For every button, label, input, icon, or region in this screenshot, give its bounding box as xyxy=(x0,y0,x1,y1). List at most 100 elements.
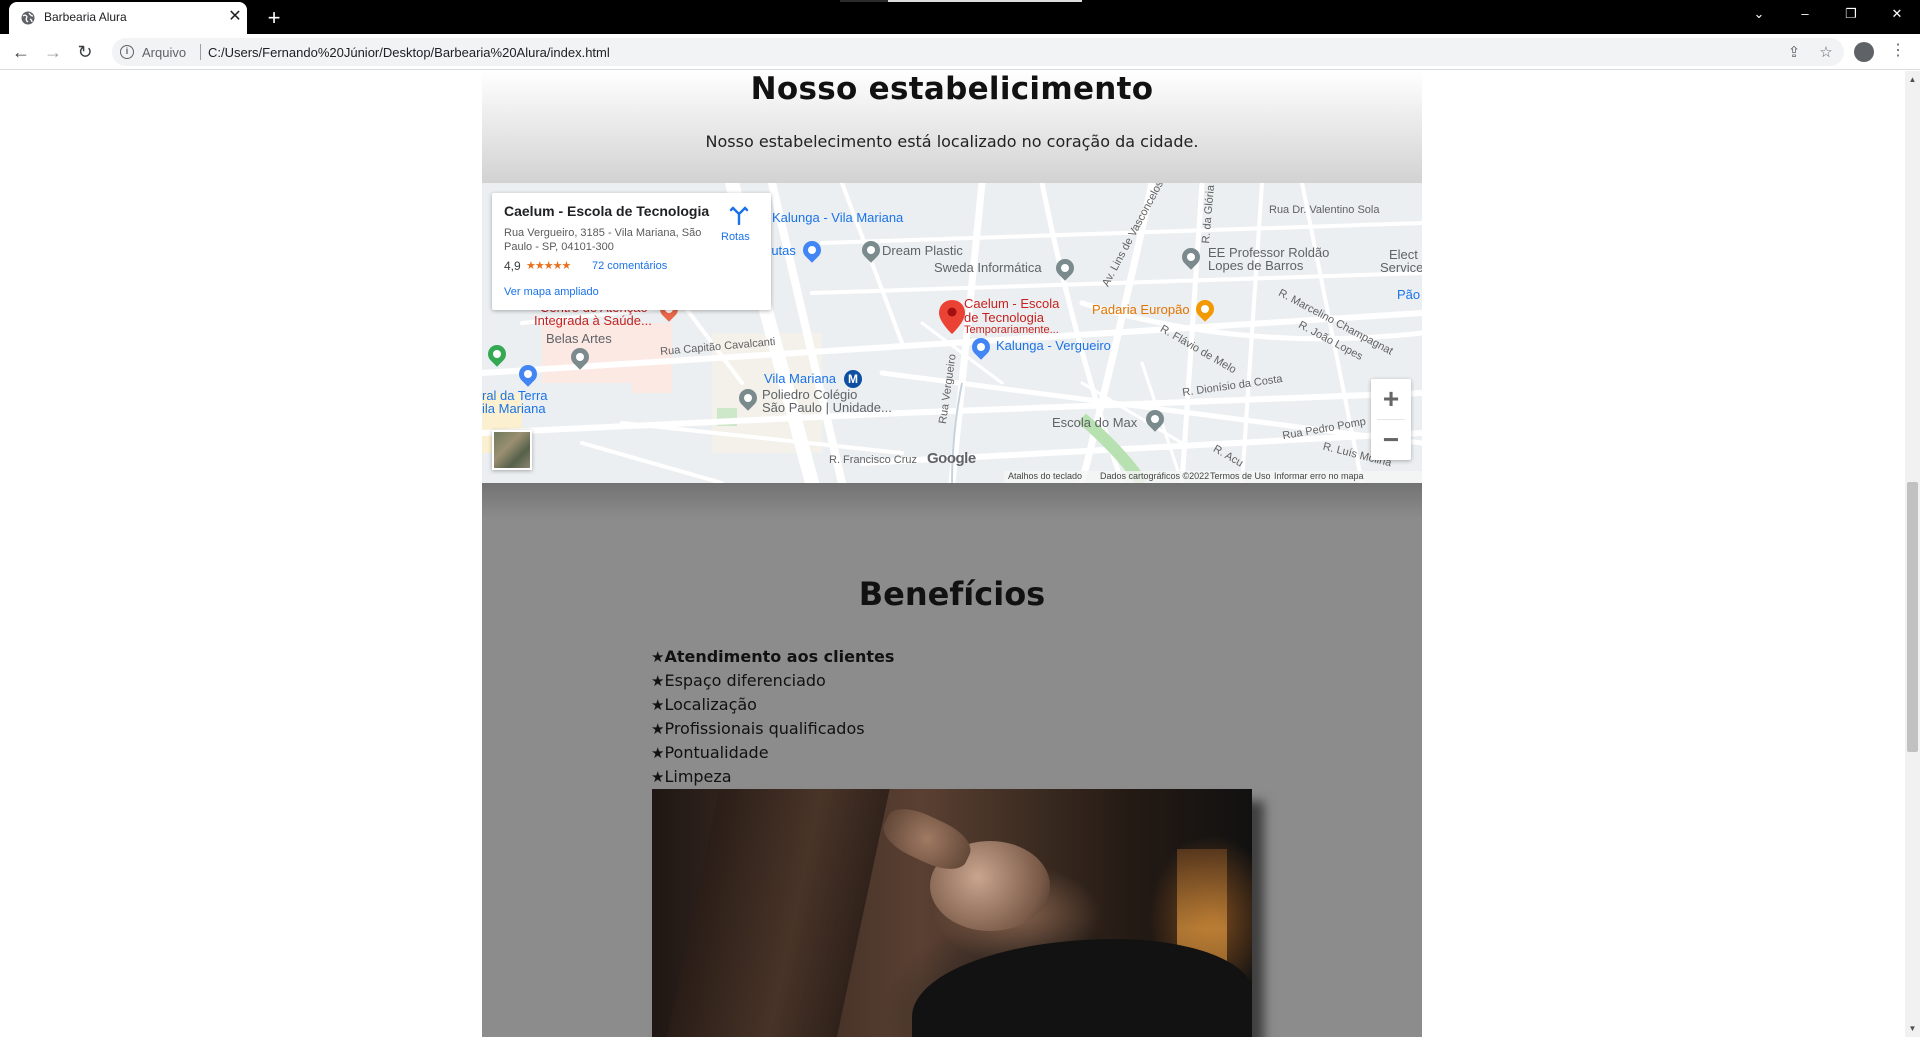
metro-station-icon[interactable]: M xyxy=(844,370,862,388)
barber-photo xyxy=(652,789,1252,1037)
back-button[interactable]: ← xyxy=(8,39,34,65)
map-label-poliedro-2: São Paulo | Unidade... xyxy=(762,400,892,415)
star-icon: ★ xyxy=(651,768,665,786)
map-label-vila-mariana: Vila Mariana xyxy=(764,371,837,386)
share-icon[interactable]: ⇪ xyxy=(1783,42,1805,64)
tab-title: Barbearia Alura xyxy=(44,10,127,24)
place-name: Caelum - Escola de Tecnologia xyxy=(504,203,710,219)
benefits-title: Benefícios xyxy=(858,575,1046,613)
profile-avatar-icon[interactable] xyxy=(1854,42,1874,62)
rating-stars-icon: ★★★★★ xyxy=(526,260,571,272)
map-label-padaria: Padaria Europão xyxy=(1092,302,1190,317)
map-label-francisco-cruz: R. Francisco Cruz xyxy=(829,454,918,466)
keyboard-shortcuts-link[interactable]: Atalhos do teclado xyxy=(1008,471,1082,481)
map-label-marker-title-2: de Tecnologia xyxy=(964,310,1044,325)
map-label-marker-status: Temporariamente... xyxy=(964,324,1059,336)
photo-barber-arm xyxy=(664,789,890,1037)
google-logo: Google xyxy=(927,450,976,467)
list-item: ★Pontualidade xyxy=(651,741,894,765)
minimize-button[interactable]: – xyxy=(1782,0,1828,28)
list-item: ★Atendimento aos clientes xyxy=(651,645,894,669)
section-shadow xyxy=(482,483,1422,519)
map-label-pao: Pão xyxy=(1397,287,1421,302)
browser-tab[interactable]: Barbearia Alura ✕ xyxy=(9,2,247,34)
bookmark-star-icon[interactable]: ☆ xyxy=(1815,42,1837,64)
new-tab-button[interactable]: + xyxy=(260,4,288,32)
map-label-valentino-sola: Rua Dr. Valentino Sola xyxy=(1269,204,1380,216)
embedded-map[interactable]: Kalunga - Vila Mariana rutas Dream Plast… xyxy=(482,183,1422,483)
forward-button[interactable]: → xyxy=(40,39,66,65)
browser-titlebar: Barbearia Alura ✕ + ⌄ – ❐ ✕ xyxy=(0,0,1920,34)
map-label-marker-title: Caelum - Escola xyxy=(964,296,1060,311)
map-label-service: Service xyxy=(1380,260,1422,275)
reload-button[interactable]: ↻ xyxy=(72,39,98,65)
map-label-sweda: Sweda Informática xyxy=(934,260,1042,275)
star-icon: ★ xyxy=(651,672,665,690)
place-address: Rua Vergueiro, 3185 - Vila Mariana, São … xyxy=(504,227,702,253)
address-bar[interactable]: i Arquivo C:/Users/Fernando%20Júnior/Des… xyxy=(112,38,1844,66)
scroll-down-arrow-icon[interactable]: ▼ xyxy=(1908,1024,1917,1033)
scrollbar-thumb[interactable] xyxy=(1907,482,1918,752)
map-label-kalunga-vila-mariana: Kalunga - Vila Mariana xyxy=(772,210,904,225)
benefit-text: Limpeza xyxy=(664,767,732,786)
establishment-title: Nosso estabelicimento xyxy=(750,71,1154,107)
map-label-frutas: rutas xyxy=(767,243,796,258)
benefit-text: Pontualidade xyxy=(664,743,769,762)
zoom-in-button[interactable]: + xyxy=(1371,379,1411,419)
zoom-controls: + − xyxy=(1371,379,1411,460)
scroll-up-arrow-icon[interactable]: ▲ xyxy=(1908,75,1917,84)
map-label-kalunga-vergueiro: Kalunga - Vergueiro xyxy=(996,338,1111,353)
benefits-list: ★Atendimento aos clientes ★Espaço difere… xyxy=(651,645,894,789)
map-label-escola-max: Escola do Max xyxy=(1052,415,1138,430)
reviews-link[interactable]: 72 comentários xyxy=(592,260,667,272)
benefit-text: Espaço diferenciado xyxy=(664,671,826,690)
photo-barber-hand xyxy=(876,800,978,878)
map-label-ee-professor-2: Lopes de Barros xyxy=(1208,258,1304,273)
star-icon: ★ xyxy=(651,696,665,714)
list-item: ★Localização xyxy=(651,693,894,717)
directions-label[interactable]: Rotas xyxy=(721,231,750,243)
map-label-dream-plastic: Dream Plastic xyxy=(882,243,963,258)
list-item: ★Espaço diferenciado xyxy=(651,669,894,693)
info-icon[interactable]: i xyxy=(120,45,134,59)
star-icon: ★ xyxy=(651,720,665,738)
list-item: ★Limpeza xyxy=(651,765,894,789)
url-text[interactable]: C:/Users/Fernando%20Júnior/Desktop/Barbe… xyxy=(208,45,610,60)
zoom-out-button[interactable]: − xyxy=(1371,420,1411,460)
url-scheme-label: Arquivo xyxy=(142,45,187,60)
star-icon: ★ xyxy=(651,744,665,762)
view-larger-map-link[interactable]: Ver mapa ampliado xyxy=(504,286,599,298)
page-container: Nosso estabelicimento Nosso estabelecime… xyxy=(482,71,1422,1037)
restore-button[interactable]: ❐ xyxy=(1828,0,1874,28)
location-marker-icon[interactable] xyxy=(939,300,965,334)
map-data-label: Dados cartográficos ©2022 xyxy=(1100,471,1210,481)
url-separator xyxy=(200,44,201,60)
map-label-centro-atencao-2: Integrada à Saúde... xyxy=(534,313,652,328)
page-viewport: Nosso estabelicimento Nosso estabelecime… xyxy=(0,71,1905,1037)
map-footer: Atalhos do teclado Dados cartográficos ©… xyxy=(1004,471,1422,483)
star-icon: ★ xyxy=(651,648,665,666)
benefit-text: Profissionais qualificados xyxy=(664,719,865,738)
tab-list-icon[interactable]: ⌄ xyxy=(1736,0,1782,28)
directions-icon[interactable] xyxy=(729,205,749,225)
satellite-toggle-button[interactable] xyxy=(492,430,532,470)
place-rating: 4,9 xyxy=(504,259,521,273)
tab-close-icon[interactable]: ✕ xyxy=(226,8,244,26)
benefit-text: Localização xyxy=(664,695,757,714)
page-scrollbar[interactable]: ▲ ▼ xyxy=(1905,71,1920,1037)
browser-toolbar: ← → ↻ i Arquivo C:/Users/Fernando%20Júni… xyxy=(0,34,1920,70)
photo-cape xyxy=(912,939,1252,1037)
report-error-link[interactable]: Informar erro no mapa xyxy=(1274,471,1364,481)
list-item: ★Profissionais qualificados xyxy=(651,717,894,741)
close-window-button[interactable]: ✕ xyxy=(1874,0,1920,28)
map-label-belas-artes: Belas Artes xyxy=(546,331,612,346)
map-label-terra-2: ila Mariana xyxy=(482,401,546,416)
benefit-text: Atendimento aos clientes xyxy=(664,647,895,666)
browser-menu-icon[interactable]: ⋮ xyxy=(1890,40,1906,60)
terms-link[interactable]: Termos de Uso xyxy=(1210,471,1271,481)
titlebar-mark xyxy=(840,0,888,2)
titlebar-mark xyxy=(888,0,1082,2)
establishment-description: Nosso estabelecimento está localizado no… xyxy=(705,132,1199,151)
establishment-section: Nosso estabelicimento Nosso estabelecime… xyxy=(482,71,1422,183)
benefits-section: Benefícios ★Atendimento aos clientes ★Es… xyxy=(482,483,1422,1037)
